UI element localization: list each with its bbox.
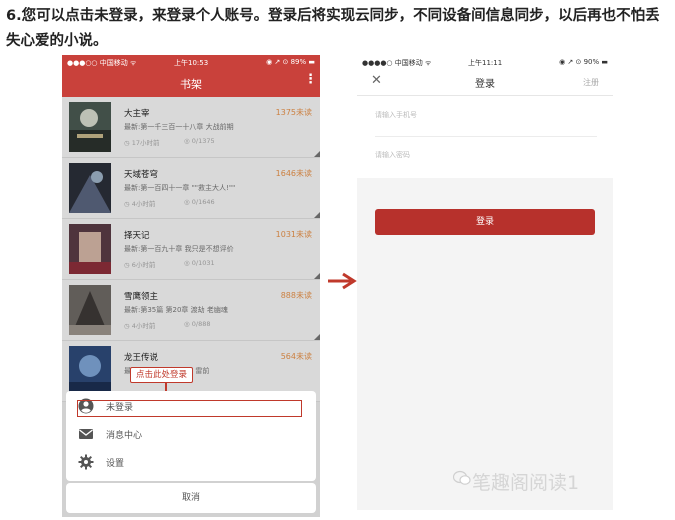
tap-here-callout: 点击此处登录: [130, 367, 194, 383]
nav-bar: ✕ 登录 注册: [357, 69, 613, 96]
login-option[interactable]: 未登录: [66, 393, 316, 419]
carrier-label: ●●●○○ 中国移动 ᯤ: [67, 59, 137, 67]
login-button[interactable]: 登录: [375, 209, 595, 235]
phone-field-row: [375, 96, 597, 137]
carrier-label: ●●●●○ 中国移动 ᯤ: [362, 59, 432, 67]
status-bar: ●●●○○ 中国移动 ᯤ 上午10:53 ◉ ↗ ⊙ 89% ▬: [62, 55, 320, 69]
login-screen: ●●●●○ 中国移动 ᯤ 上午11:11 ◉ ↗ ⊙ 90% ▬ ✕ 登录 注册…: [357, 55, 613, 510]
more-menu-icon[interactable]: ⋮: [304, 72, 317, 87]
wechat-icon: [453, 470, 471, 485]
gear-icon: [78, 454, 94, 470]
message-center-option[interactable]: 消息中心: [66, 421, 316, 447]
bookshelf-screen: ●●●○○ 中国移动 ᯤ 上午10:53 ◉ ↗ ⊙ 89% ▬ 书架 ⋮ 大主…: [62, 55, 320, 517]
highlight-box: [77, 400, 302, 417]
watermark: 笔趣阁阅读1: [472, 472, 580, 494]
status-bar: ●●●●○ 中国移动 ᯤ 上午11:11 ◉ ↗ ⊙ 90% ▬: [357, 55, 613, 69]
password-input[interactable]: [375, 146, 597, 164]
battery-indicator: ◉ ↗ ⊙ 90% ▬: [559, 58, 608, 66]
battery-indicator: ◉ ↗ ⊙ 89% ▬: [266, 58, 315, 66]
register-link[interactable]: 注册: [583, 77, 599, 88]
phone-input[interactable]: [375, 106, 597, 124]
nav-bar: 书架 ⋮: [62, 69, 320, 97]
status-time: 上午10:53: [174, 59, 209, 67]
message-center-label: 消息中心: [106, 431, 143, 441]
cancel-button[interactable]: 取消: [66, 483, 316, 513]
page-title: 书架: [180, 78, 202, 91]
settings-label: 设置: [106, 459, 125, 469]
instruction-caption: 6.您可以点击未登录，来登录个人账号。登录后将实现云同步，不同设备间信息同步，以…: [6, 8, 660, 49]
mail-icon: [79, 429, 93, 439]
password-field-row: [375, 136, 597, 176]
settings-option[interactable]: 设置: [66, 449, 316, 475]
login-form: [357, 96, 613, 178]
status-time: 上午11:11: [468, 59, 503, 67]
page-title: 登录: [475, 79, 495, 90]
arrow-right-icon: [328, 272, 357, 290]
account-action-sheet: 未登录 消息中心 设置: [66, 391, 316, 481]
